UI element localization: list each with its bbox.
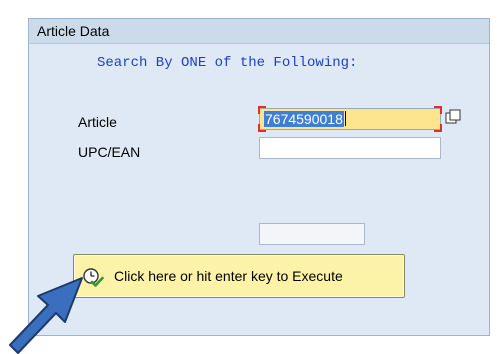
arrow-pointer-icon xyxy=(9,277,83,354)
readonly-field xyxy=(259,223,365,245)
article-data-group: Article Data Search By ONE of the Follow… xyxy=(28,18,490,336)
focus-corner-tr xyxy=(434,106,442,114)
upc-ean-label: UPC/EAN xyxy=(78,144,141,160)
execute-button-label: Click here or hit enter key to Execute xyxy=(114,268,343,284)
group-title: Article Data xyxy=(37,23,110,39)
search-instruction: Search By ONE of the Following: xyxy=(97,55,358,71)
article-input[interactable]: 7674590018 xyxy=(258,106,442,132)
focus-corner-bl xyxy=(258,124,266,132)
focus-corner-tl xyxy=(258,106,266,114)
group-header: Article Data xyxy=(29,19,489,44)
upc-ean-input[interactable] xyxy=(259,137,441,159)
value-help-icon[interactable] xyxy=(445,109,461,125)
focus-corner-br xyxy=(434,124,442,132)
text-cursor xyxy=(344,111,346,126)
execute-button[interactable]: Click here or hit enter key to Execute xyxy=(73,254,405,298)
article-value: 7674590018 xyxy=(264,111,344,127)
article-label: Article xyxy=(78,114,117,130)
